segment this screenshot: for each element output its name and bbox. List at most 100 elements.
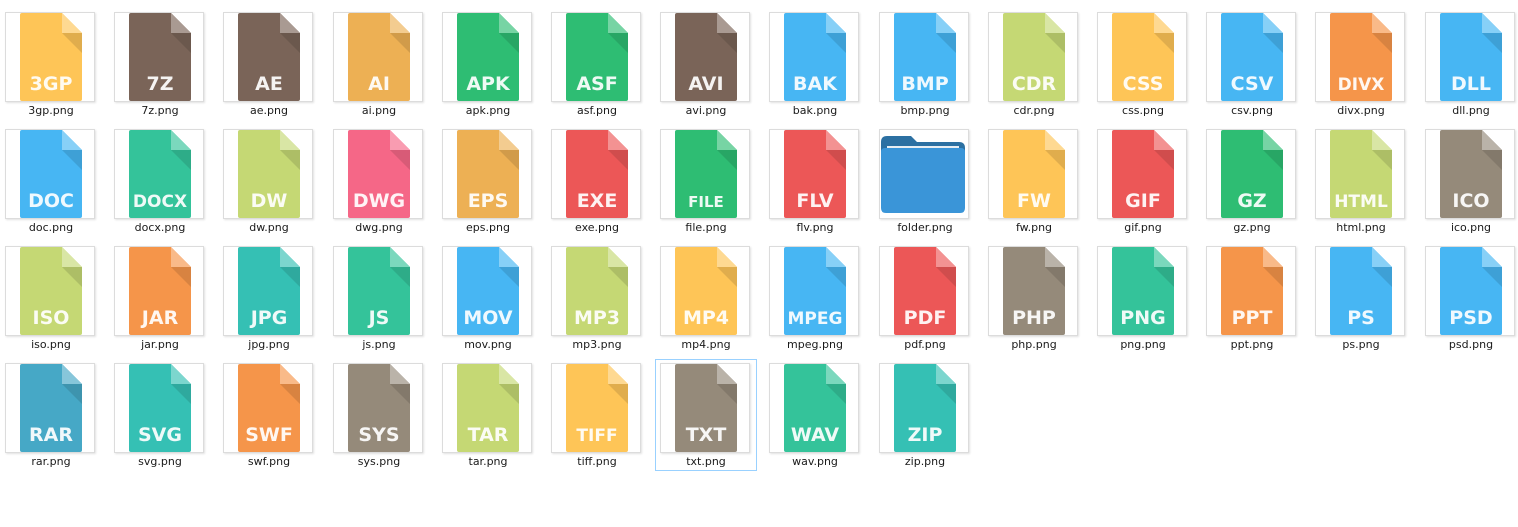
file-type-label: JS [367, 307, 390, 329]
file-item[interactable]: MP3 mp3.png [546, 242, 648, 354]
document-icon: APK [457, 13, 519, 101]
file-item[interactable]: DLL dll.png [1420, 8, 1518, 120]
file-item[interactable]: PNG png.png [1092, 242, 1194, 354]
document-icon: PSD [1440, 247, 1502, 335]
file-item[interactable]: SYS sys.png [328, 359, 430, 471]
file-item[interactable]: PSD psd.png [1420, 242, 1518, 354]
file-item[interactable]: MP4 mp4.png [655, 242, 757, 354]
file-name: folder.png [897, 221, 953, 234]
file-thumbnail: JPG [223, 246, 313, 336]
file-name: dw.png [249, 221, 289, 234]
document-icon: BMP [894, 13, 956, 101]
file-item[interactable]: SVG svg.png [109, 359, 211, 471]
file-name: js.png [362, 338, 396, 351]
file-type-label: RAR [29, 424, 73, 446]
file-item[interactable]: FW fw.png [983, 125, 1085, 237]
file-type-label: DW [251, 190, 288, 212]
file-item[interactable]: TXT txt.png [655, 359, 757, 471]
document-icon: WAV [784, 364, 846, 452]
file-name: flv.png [796, 221, 834, 234]
file-item[interactable]: PHP php.png [983, 242, 1085, 354]
file-name: ai.png [361, 104, 397, 117]
file-name: exe.png [575, 221, 619, 234]
file-item[interactable]: EXE exe.png [546, 125, 648, 237]
file-item[interactable]: FILE file.png [655, 125, 757, 237]
file-item[interactable]: SWF swf.png [218, 359, 320, 471]
file-name: css.png [1122, 104, 1164, 117]
file-thumbnail: ASF [551, 12, 641, 102]
file-item[interactable]: APK apk.png [437, 8, 539, 120]
file-thumbnail: PHP [988, 246, 1078, 336]
file-type-label: ISO [33, 307, 70, 329]
file-type-label: GIF [1125, 190, 1161, 212]
file-item[interactable]: PPT ppt.png [1201, 242, 1303, 354]
file-item[interactable]: JAR jar.png [109, 242, 211, 354]
file-thumbnail: MP3 [551, 246, 641, 336]
file-item[interactable]: CSS css.png [1092, 8, 1194, 120]
file-thumbnail: DW [223, 129, 313, 219]
file-thumbnail: APK [442, 12, 532, 102]
file-item[interactable]: GZ gz.png [1201, 125, 1303, 237]
file-item[interactable]: AI ai.png [328, 8, 430, 120]
file-type-label: DOCX [133, 192, 187, 212]
file-item[interactable]: DOCX docx.png [109, 125, 211, 237]
file-item[interactable]: folder.png [874, 125, 976, 237]
file-thumbnail: AVI [660, 12, 750, 102]
file-type-label: TXT [686, 424, 727, 446]
document-icon: PDF [894, 247, 956, 335]
file-item[interactable]: BMP bmp.png [874, 8, 976, 120]
file-item[interactable]: EPS eps.png [437, 125, 539, 237]
file-item[interactable]: ICO ico.png [1420, 125, 1518, 237]
file-item[interactable]: FLV flv.png [764, 125, 866, 237]
file-item[interactable]: CSV csv.png [1201, 8, 1303, 120]
file-item[interactable]: MPEG mpeg.png [764, 242, 866, 354]
document-icon: 3GP [20, 13, 82, 101]
file-item[interactable]: 3GP 3gp.png [0, 8, 102, 120]
file-thumbnail: MPEG [769, 246, 859, 336]
file-thumbnail: SVG [114, 363, 204, 453]
file-item[interactable]: DIVX divx.png [1310, 8, 1412, 120]
file-name: apk.png [465, 104, 511, 117]
file-item[interactable]: JPG jpg.png [218, 242, 320, 354]
file-item[interactable]: ZIP zip.png [874, 359, 976, 471]
file-item[interactable]: TAR tar.png [437, 359, 539, 471]
file-item[interactable]: DWG dwg.png [328, 125, 430, 237]
file-item[interactable]: TIFF tiff.png [546, 359, 648, 471]
file-item[interactable]: ISO iso.png [0, 242, 102, 354]
file-item[interactable]: AVI avi.png [655, 8, 757, 120]
file-item[interactable]: MOV mov.png [437, 242, 539, 354]
file-item[interactable]: CDR cdr.png [983, 8, 1085, 120]
file-item[interactable]: DW dw.png [218, 125, 320, 237]
file-item[interactable]: AE ae.png [218, 8, 320, 120]
file-thumbnail: CDR [988, 12, 1078, 102]
file-type-label: PPT [1232, 307, 1273, 329]
file-thumbnail: FILE [660, 129, 750, 219]
file-name: ae.png [250, 104, 288, 117]
document-icon: ASF [566, 13, 628, 101]
file-type-label: PHP [1012, 307, 1056, 329]
document-icon: JAR [129, 247, 191, 335]
file-item[interactable]: PS ps.png [1310, 242, 1412, 354]
file-type-label: WAV [791, 424, 840, 446]
file-type-label: PS [1347, 307, 1375, 329]
file-name: avi.png [685, 104, 727, 117]
file-item[interactable]: HTML html.png [1310, 125, 1412, 237]
file-thumbnail: FW [988, 129, 1078, 219]
file-item[interactable]: ASF asf.png [546, 8, 648, 120]
file-thumbnail: HTML [1315, 129, 1405, 219]
file-name: jar.png [141, 338, 179, 351]
file-name: png.png [1120, 338, 1166, 351]
file-thumbnail: ICO [1425, 129, 1515, 219]
file-item[interactable]: 7Z 7z.png [109, 8, 211, 120]
file-type-label: GZ [1237, 190, 1266, 212]
document-icon: EXE [566, 130, 628, 218]
file-item[interactable]: PDF pdf.png [874, 242, 976, 354]
document-icon: FW [1003, 130, 1065, 218]
file-item[interactable]: RAR rar.png [0, 359, 102, 471]
file-item[interactable]: GIF gif.png [1092, 125, 1194, 237]
file-item[interactable]: DOC doc.png [0, 125, 102, 237]
file-item[interactable]: WAV wav.png [764, 359, 866, 471]
document-icon: CDR [1003, 13, 1065, 101]
file-item[interactable]: BAK bak.png [764, 8, 866, 120]
file-item[interactable]: JS js.png [328, 242, 430, 354]
